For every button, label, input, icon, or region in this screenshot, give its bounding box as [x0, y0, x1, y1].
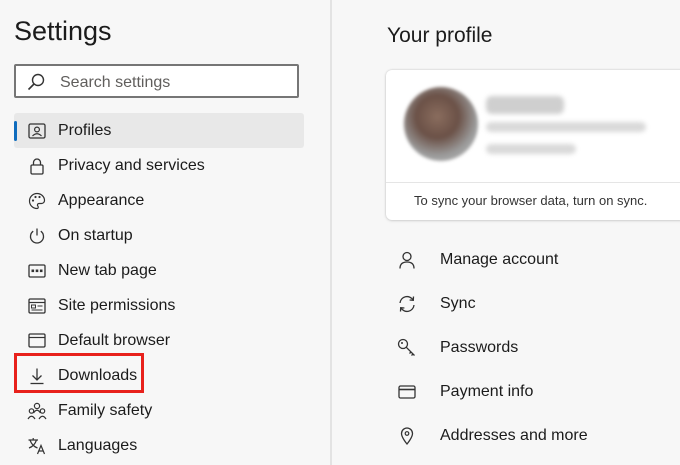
key-icon — [396, 337, 418, 359]
site-permissions-icon — [26, 295, 48, 317]
avatar — [404, 87, 478, 161]
search-input[interactable]: Search settings — [14, 64, 299, 98]
family-icon — [26, 400, 48, 422]
addresses-link[interactable]: Addresses and more — [386, 414, 680, 458]
language-icon — [26, 435, 48, 457]
settings-title: Settings — [14, 16, 112, 46]
settings-nav: Profiles Privacy and services Appearance… — [14, 113, 304, 463]
profile-pane: Your profile To sync your browser data, … — [332, 0, 680, 465]
sidebar-item-label: On startup — [58, 226, 133, 244]
sidebar-item-label: Default browser — [58, 331, 171, 349]
link-label: Manage account — [440, 251, 559, 268]
sidebar-item-label: Profiles — [58, 121, 112, 139]
page-title: Your profile — [387, 24, 493, 47]
profile-card: To sync your browser data, turn on sync. — [386, 70, 680, 220]
sidebar-item-languages[interactable]: Languages — [14, 428, 304, 463]
sidebar-item-appearance[interactable]: Appearance — [14, 183, 304, 218]
blurred-profile-email — [486, 122, 646, 132]
downloads-highlight-box — [14, 353, 144, 393]
sync-icon — [396, 293, 418, 315]
location-pin-icon — [396, 425, 418, 447]
profile-card-icon — [26, 120, 48, 142]
link-label: Passwords — [440, 339, 519, 356]
sidebar-item-new-tab-page[interactable]: New tab page — [14, 253, 304, 288]
sidebar-item-label: Languages — [58, 436, 138, 454]
card-icon — [396, 381, 418, 403]
person-icon — [396, 249, 418, 271]
new-tab-icon — [26, 260, 48, 282]
passwords-link[interactable]: Passwords — [386, 326, 680, 370]
sync-link[interactable]: Sync — [386, 282, 680, 326]
search-icon — [27, 73, 45, 91]
sidebar-item-label: Site permissions — [58, 296, 176, 314]
sidebar-item-label: New tab page — [58, 261, 157, 279]
link-label: Sync — [440, 295, 476, 312]
sidebar-item-family-safety[interactable]: Family safety — [14, 393, 304, 428]
blurred-profile-status — [486, 144, 576, 154]
sidebar-item-label: Family safety — [58, 401, 153, 419]
power-icon — [26, 225, 48, 247]
search-placeholder: Search settings — [60, 74, 171, 91]
lock-icon — [26, 155, 48, 177]
sidebar-item-profiles[interactable]: Profiles — [14, 113, 304, 148]
sync-note: To sync your browser data, turn on sync. — [414, 193, 648, 208]
browser-window-icon — [26, 330, 48, 352]
palette-icon — [26, 190, 48, 212]
sidebar-item-site-permissions[interactable]: Site permissions — [14, 288, 304, 323]
sidebar-item-label: Privacy and services — [58, 156, 205, 174]
sidebar-item-on-startup[interactable]: On startup — [14, 218, 304, 253]
settings-sidebar: Settings Search settings Profiles Privac… — [0, 0, 330, 465]
sidebar-item-privacy[interactable]: Privacy and services — [14, 148, 304, 183]
manage-account-link[interactable]: Manage account — [386, 238, 680, 282]
link-label: Addresses and more — [440, 427, 588, 444]
profile-links: Manage account Sync Passwords Payment in… — [386, 238, 680, 458]
payment-info-link[interactable]: Payment info — [386, 370, 680, 414]
blurred-profile-name — [486, 96, 564, 114]
link-label: Payment info — [440, 383, 534, 400]
card-divider — [386, 182, 680, 183]
sidebar-item-label: Appearance — [58, 191, 145, 209]
